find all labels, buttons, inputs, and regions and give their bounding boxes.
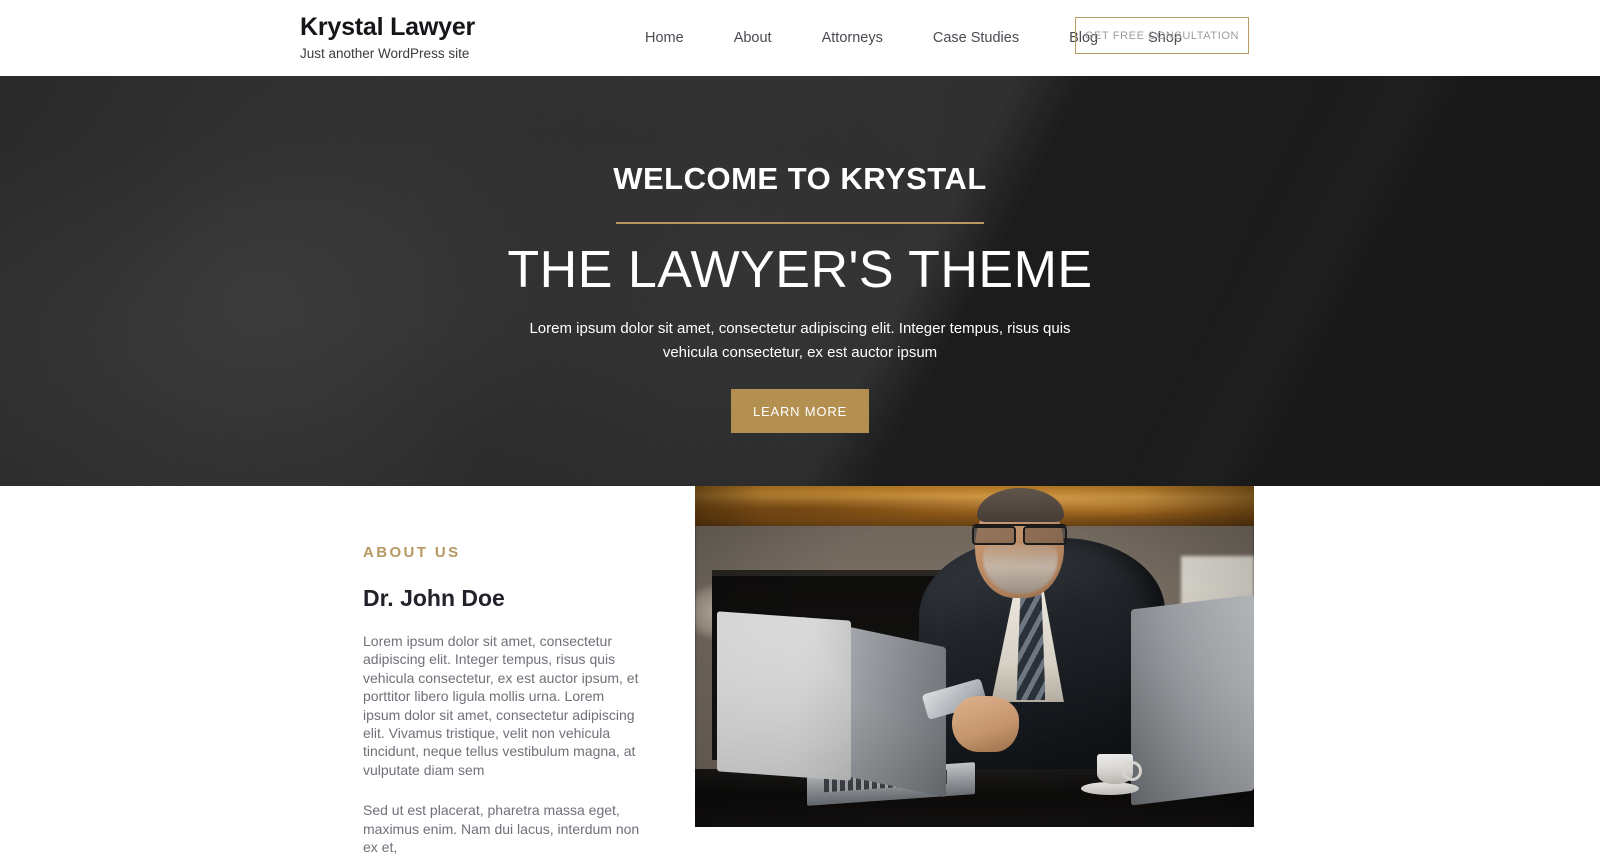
about-section: ABOUT US Dr. John Doe Lorem ipsum dolor … [0,486,1600,868]
businessman-tie [1016,592,1046,700]
about-image-scene [695,486,1254,827]
site-title[interactable]: Krystal Lawyer [300,12,475,42]
about-paragraph-1: Lorem ipsum dolor sit amet, consectetur … [363,633,639,778]
nav-item-about[interactable]: About [709,0,797,76]
hero-content: WELCOME TO KRYSTAL THE LAWYER'S THEME Lo… [0,76,1600,433]
learn-more-button[interactable]: LEARN MORE [731,389,869,433]
nav-item-attorneys[interactable]: Attorneys [797,0,908,76]
eyeglasses-icon [971,524,1067,545]
about-text-column: ABOUT US Dr. John Doe Lorem ipsum dolor … [363,542,643,856]
hero-divider [616,222,984,224]
hero-eyebrow: WELCOME TO KRYSTAL [613,161,987,196]
laptop-right [1131,594,1254,806]
nav-item-home[interactable]: Home [620,0,709,76]
hero-section: WELCOME TO KRYSTAL THE LAWYER'S THEME Lo… [0,76,1600,486]
saucer [1080,782,1139,795]
site-tagline: Just another WordPress site [300,46,470,61]
get-free-consultation-button[interactable]: GET FREE CONSULTATION [1075,17,1249,54]
site-header: Krystal Lawyer Just another WordPress si… [0,0,1600,76]
about-heading: Dr. John Doe [363,585,505,611]
about-eyebrow: ABOUT US [363,544,461,561]
nav-item-case-studies[interactable]: Case Studies [908,0,1044,76]
about-paragraph-2: Sed ut est placerat, pharetra massa eget… [363,802,640,856]
wood-beam-decor [695,486,1254,526]
coffee-cup [1097,754,1143,784]
about-image [695,486,1254,827]
businessman-hand [952,696,1020,752]
site-branding[interactable]: Krystal Lawyer Just another WordPress si… [300,12,475,64]
laptop-left [717,611,852,781]
hero-title: THE LAWYER'S THEME [507,241,1093,299]
hero-subtitle: Lorem ipsum dolor sit amet, consectetur … [529,320,1071,361]
